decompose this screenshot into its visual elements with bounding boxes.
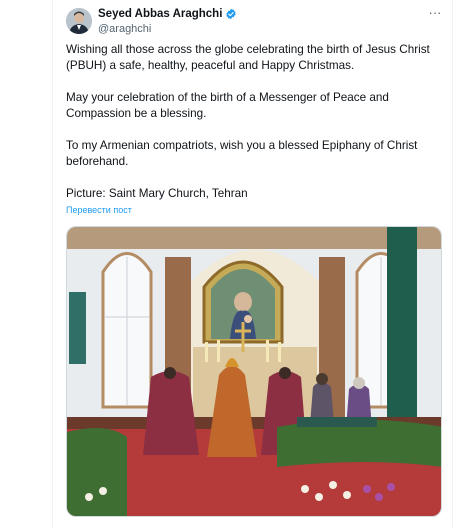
tweet-text: Wishing all those across the globe celeb… xyxy=(66,42,444,202)
translate-post-link[interactable]: Перевести пост xyxy=(66,205,132,215)
author-display-name[interactable]: Seyed Abbas Araghchi xyxy=(98,8,222,20)
author-name-row: Seyed Abbas Araghchi xyxy=(98,8,237,20)
timeline-right-border xyxy=(452,0,453,527)
avatar[interactable] xyxy=(66,8,92,34)
tweet-paragraph: To my Armenian compatriots, wish you a b… xyxy=(66,139,418,168)
verified-badge-icon xyxy=(225,8,237,20)
church-photo-illustration xyxy=(67,227,441,516)
timeline-left-border xyxy=(52,0,53,527)
tweet-paragraph: Wishing all those across the globe celeb… xyxy=(66,43,430,72)
tweet-paragraph: Picture: Saint Mary Church, Tehran xyxy=(66,187,248,200)
tweet-paragraph: May your celebration of the birth of a M… xyxy=(66,91,389,120)
author-handle[interactable]: @araghchi xyxy=(98,23,151,35)
more-options-icon[interactable]: ··· xyxy=(428,6,442,22)
tweet-photo[interactable] xyxy=(66,226,442,517)
